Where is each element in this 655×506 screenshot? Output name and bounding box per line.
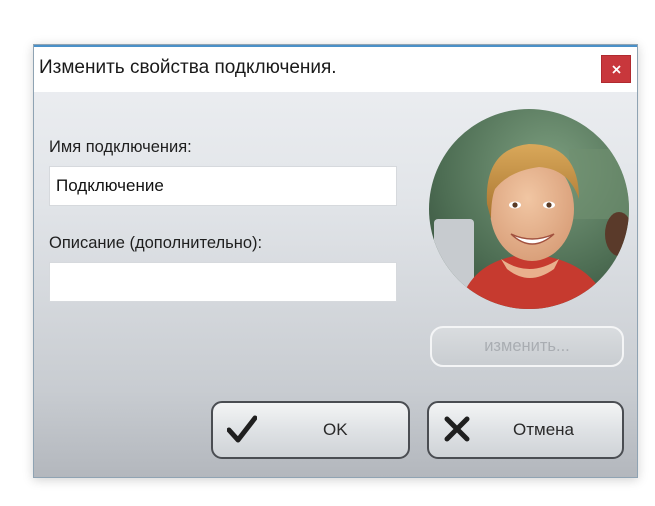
cancel-button-label: Отмена (513, 420, 574, 439)
cross-icon (443, 415, 471, 448)
close-button[interactable] (601, 55, 631, 83)
connection-properties-dialog: Изменить свойства подключения. Имя подкл… (33, 44, 638, 478)
connection-name-input[interactable] (49, 166, 397, 206)
cancel-button[interactable]: Отмена (427, 401, 624, 459)
checkmark-icon (226, 415, 258, 448)
ok-button-label: OK (323, 420, 348, 439)
description-label: Описание (дополнительно): (49, 234, 263, 252)
close-icon (612, 65, 621, 74)
dialog-title: Изменить свойства подключения. (39, 57, 337, 78)
ok-button[interactable]: OK (211, 401, 410, 459)
change-avatar-button[interactable]: изменить... (430, 326, 624, 367)
title-bar[interactable]: Изменить свойства подключения. (34, 45, 637, 92)
description-input[interactable] (49, 262, 397, 302)
avatar-photo (429, 109, 629, 309)
user-avatar (429, 109, 629, 309)
connection-name-label: Имя подключения: (49, 138, 192, 156)
